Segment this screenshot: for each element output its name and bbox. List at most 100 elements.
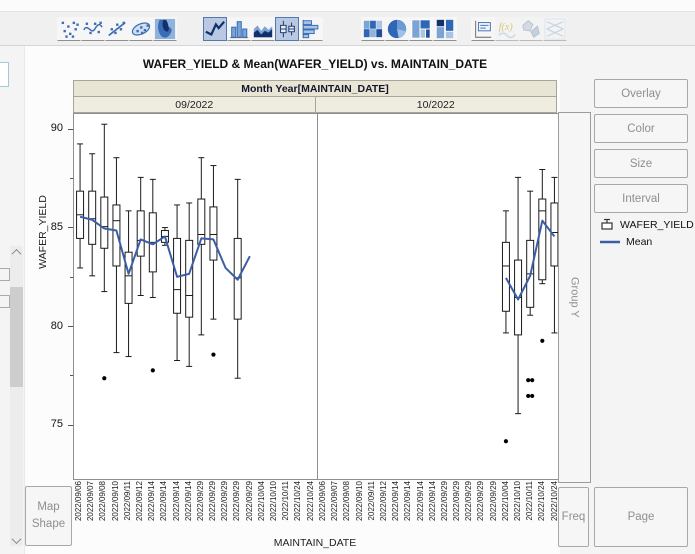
x-axis-tick-label: 2022/09/29 xyxy=(232,481,242,522)
plot-panel-10-2022[interactable] xyxy=(318,114,561,479)
x-tick-labels-panel-2: 2022/09/06 2022/09/07 2022/09/08 2022/09/10… xyxy=(317,481,561,521)
map-shape-icon[interactable] xyxy=(519,16,543,41)
legend-item-mean[interactable]: Mean xyxy=(600,233,694,250)
y-axis-tick xyxy=(68,326,73,328)
box-plot[interactable] xyxy=(100,123,109,381)
mosaic-icon[interactable] xyxy=(433,16,457,41)
legend-item-wafer-yield[interactable]: WAFER_YIELD xyxy=(600,216,694,233)
box-plot[interactable] xyxy=(112,157,121,354)
box-plot[interactable] xyxy=(537,169,546,343)
x-axis-tick-label: 2022/09/11 xyxy=(366,481,376,521)
x-axis-tick-label: 2022/09/12 xyxy=(134,481,144,522)
x-axis-tick-label: 2022/10/24 xyxy=(293,481,303,522)
x-axis-tick-labels: 2022/09/06 2022/09/07 2022/09/08 2022/09/10… xyxy=(73,481,561,521)
panel-header-cell: 09/2022 xyxy=(74,97,316,112)
heatmap-icon[interactable] xyxy=(361,16,385,41)
group-header-band: Month Year[MAINTAIN_DATE] xyxy=(73,80,557,97)
ellipse-icon[interactable] xyxy=(129,16,153,41)
x-axis-title[interactable]: MAINTAIN_DATE xyxy=(73,537,557,549)
drop-zone-map-shape[interactable]: Map Shape xyxy=(25,486,72,546)
toolbar-group: f(x) xyxy=(471,16,567,41)
y-axis-minor-tick xyxy=(70,375,73,377)
plot-panels xyxy=(73,113,561,480)
edge-fragment xyxy=(0,268,10,281)
drop-zone-page[interactable]: Page xyxy=(594,487,688,547)
box-plot[interactable] xyxy=(209,165,218,357)
y-axis-tick xyxy=(68,424,73,426)
x-axis-tick-label: 2022/10/10 xyxy=(513,481,522,522)
x-axis-tick-label: 2022/09/14 xyxy=(415,481,425,522)
mean-line-legend-icon xyxy=(600,240,620,243)
line-icon[interactable] xyxy=(203,16,227,41)
box-plot[interactable] xyxy=(525,190,534,399)
x-axis-tick-label: 2022/10/04 xyxy=(256,481,266,522)
y-axis-minor-tick xyxy=(70,276,73,278)
box-plot[interactable] xyxy=(76,143,85,269)
x-axis-tick-label: 2022/10/04 xyxy=(500,481,510,522)
x-axis-tick-label: 2022/09/29 xyxy=(488,481,498,522)
histogram-icon[interactable] xyxy=(299,16,323,41)
x-axis-tick-label: 2022/09/14 xyxy=(147,481,157,522)
x-axis-tick-label: 2022/09/06 xyxy=(318,481,327,522)
box-plot[interactable] xyxy=(148,178,157,373)
contour-icon[interactable] xyxy=(153,16,177,41)
left-scrollbar[interactable] xyxy=(10,246,23,546)
pie-icon[interactable] xyxy=(385,16,409,41)
group-header-label: Month Year[MAINTAIN_DATE] xyxy=(241,82,389,95)
scroll-down-icon[interactable] xyxy=(10,533,23,546)
graph-title[interactable]: WAFER_YIELD & Mean(WAFER_YIELD) vs. MAIN… xyxy=(73,57,557,71)
box-plot[interactable] xyxy=(88,153,97,277)
treemap-icon[interactable] xyxy=(409,16,433,41)
x-axis-tick-label: 2022/09/29 xyxy=(244,481,254,522)
x-axis-tick-label: 2022/09/29 xyxy=(464,481,474,522)
box-plot-icon[interactable] xyxy=(275,16,299,41)
x-axis-tick-label: 2022/09/11 xyxy=(122,481,132,521)
x-axis-tick-label: 2022/09/29 xyxy=(452,481,462,522)
outlier-point[interactable] xyxy=(529,378,534,383)
plot-panel-09-2022[interactable] xyxy=(74,114,318,479)
jmp-graph-builder-window: f(x) WAFER_YIELD & Mean(WAFER_YIELD) vs.… xyxy=(0,0,695,554)
y-axis-tick-label: 75 xyxy=(50,418,63,431)
box-plot[interactable] xyxy=(549,176,558,334)
drop-zone-freq[interactable]: Freq xyxy=(558,487,589,547)
window-top-strip xyxy=(0,0,695,12)
outlier-point[interactable] xyxy=(525,393,530,399)
x-axis-tick-label: 2022/09/08 xyxy=(98,481,108,522)
drop-zone-group-y[interactable]: Group Y xyxy=(558,112,591,483)
x-axis-tick-label: 2022/09/29 xyxy=(220,481,230,522)
parallel-icon[interactable] xyxy=(543,16,567,41)
outlier-point[interactable] xyxy=(150,368,155,373)
line-of-fit-icon[interactable] xyxy=(105,16,129,41)
smoother-icon[interactable] xyxy=(81,16,105,41)
drop-zone-overlay[interactable]: Overlay xyxy=(594,79,688,108)
x-axis-tick-label: 2022/09/12 xyxy=(378,481,388,522)
y-axis[interactable]: 90 85 80 75 xyxy=(38,113,73,478)
box-plot[interactable] xyxy=(136,176,145,297)
scroll-up-icon[interactable] xyxy=(10,246,23,259)
outlier-point[interactable] xyxy=(211,352,216,357)
formula-icon[interactable]: f(x) xyxy=(495,16,519,41)
points-icon[interactable] xyxy=(57,16,81,41)
scrollbar-thumb[interactable] xyxy=(10,287,23,387)
box-plot[interactable] xyxy=(185,202,194,367)
area-icon[interactable] xyxy=(251,16,275,41)
outlier-point[interactable] xyxy=(503,439,508,444)
outlier-point[interactable] xyxy=(529,393,534,399)
box-plot[interactable] xyxy=(501,210,510,444)
outlier-point[interactable] xyxy=(102,376,107,381)
outlier-point[interactable] xyxy=(525,378,530,383)
x-axis-tick-label: 2022/10/11 xyxy=(281,481,291,521)
box-plot[interactable] xyxy=(173,204,182,361)
caption-box-icon[interactable] xyxy=(471,16,495,41)
x-axis-tick-label: 2022/10/10 xyxy=(269,481,278,522)
y-axis-title[interactable]: WAFER_YIELD xyxy=(37,187,49,277)
drop-zone-interval[interactable]: Interval xyxy=(594,184,688,213)
toolbar-group xyxy=(361,16,457,41)
bar-icon[interactable] xyxy=(227,16,251,41)
x-axis-tick-label: 2022/09/10 xyxy=(354,481,364,522)
outlier-point[interactable] xyxy=(539,338,544,343)
drop-zone-color[interactable]: Color xyxy=(594,114,688,143)
box-plot[interactable] xyxy=(124,210,133,358)
drop-zone-size[interactable]: Size xyxy=(594,149,688,178)
box-plot-legend-icon xyxy=(601,218,613,230)
